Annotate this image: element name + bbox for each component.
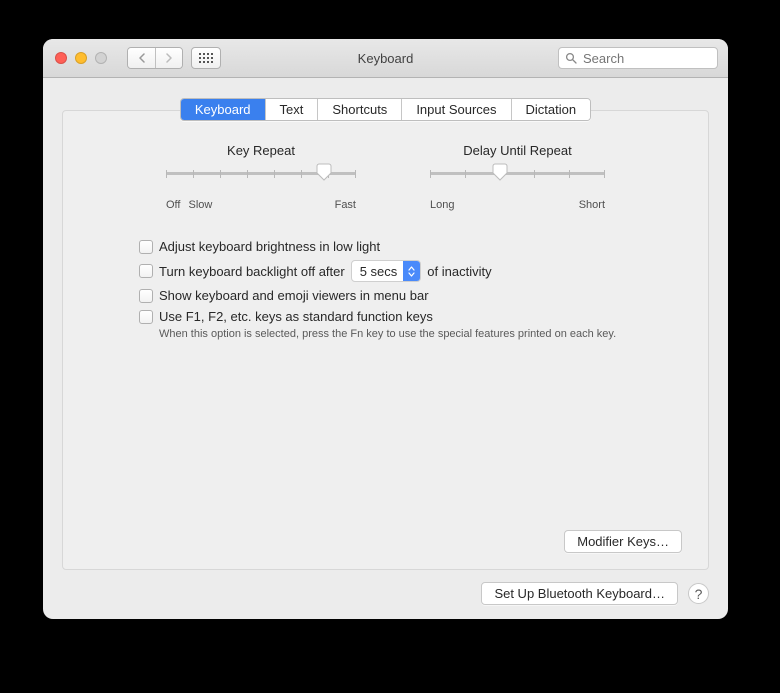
check-backlight[interactable] — [139, 264, 153, 278]
titlebar: Keyboard — [43, 39, 728, 78]
backlight-timeout-value: 5 secs — [352, 264, 404, 279]
delay-title: Delay Until Repeat — [430, 143, 605, 158]
check-emoji-row: Show keyboard and emoji viewers in menu … — [139, 285, 672, 306]
minimize-button[interactable] — [75, 52, 87, 64]
modifier-keys-button[interactable]: Modifier Keys… — [564, 530, 682, 553]
check-fnkeys[interactable] — [139, 310, 153, 324]
check-backlight-label-before: Turn keyboard backlight off after — [159, 264, 345, 279]
preferences-window: Keyboard Keyboard Text Shortcuts Input S… — [43, 39, 728, 619]
stepper-icon — [403, 261, 420, 281]
check-brightness-label: Adjust keyboard brightness in low light — [159, 239, 380, 254]
grid-icon — [199, 53, 213, 63]
show-all-button[interactable] — [191, 47, 221, 69]
window-controls — [43, 52, 107, 64]
label-long: Long — [430, 199, 454, 211]
tabs: Keyboard Text Shortcuts Input Sources Di… — [180, 98, 591, 121]
check-backlight-row: Turn keyboard backlight off after 5 secs… — [139, 257, 672, 285]
check-brightness[interactable] — [139, 240, 153, 254]
tab-text[interactable]: Text — [265, 99, 318, 120]
forward-button[interactable] — [155, 48, 182, 68]
label-short: Short — [579, 199, 605, 211]
check-fnkeys-row: Use F1, F2, etc. keys as standard functi… — [139, 306, 672, 327]
delay-labels: Long Short — [430, 199, 605, 211]
label-off: Off — [166, 199, 180, 211]
key-repeat-labels: Off Slow Fast — [166, 199, 356, 211]
search-input[interactable] — [581, 50, 711, 67]
tab-keyboard[interactable]: Keyboard — [181, 99, 265, 120]
content: Keyboard Text Shortcuts Input Sources Di… — [43, 78, 728, 570]
nav-group — [127, 47, 183, 69]
tab-panel: Key Repeat Off S — [62, 110, 709, 570]
check-emoji[interactable] — [139, 289, 153, 303]
backlight-timeout-select[interactable]: 5 secs — [351, 260, 422, 282]
sliders-row: Key Repeat Off S — [89, 143, 682, 236]
key-repeat-block: Key Repeat Off S — [166, 143, 356, 211]
search-icon — [565, 52, 577, 64]
tab-bar: Keyboard Text Shortcuts Input Sources Di… — [62, 98, 709, 121]
key-repeat-slider[interactable] — [166, 170, 356, 196]
checks: Adjust keyboard brightness in low light … — [89, 236, 682, 340]
delay-block: Delay Until Repeat Long Short — [430, 143, 605, 211]
tab-input-sources[interactable]: Input Sources — [401, 99, 510, 120]
help-button[interactable]: ? — [688, 583, 709, 604]
close-button[interactable] — [55, 52, 67, 64]
delay-thumb[interactable] — [492, 163, 508, 180]
back-button[interactable] — [128, 48, 155, 68]
tab-shortcuts[interactable]: Shortcuts — [317, 99, 401, 120]
check-backlight-label-after: of inactivity — [427, 264, 491, 279]
check-fnkeys-label: Use F1, F2, etc. keys as standard functi… — [159, 309, 433, 324]
key-repeat-thumb[interactable] — [316, 163, 332, 180]
fnkeys-help-text: When this option is selected, press the … — [159, 328, 672, 340]
label-fast: Fast — [335, 199, 356, 211]
delay-slider[interactable] — [430, 170, 605, 196]
footer: Set Up Bluetooth Keyboard… ? — [43, 570, 728, 619]
bluetooth-keyboard-button[interactable]: Set Up Bluetooth Keyboard… — [481, 582, 678, 605]
search-field[interactable] — [558, 47, 718, 69]
check-brightness-row: Adjust keyboard brightness in low light — [139, 236, 672, 257]
modifier-keys-row: Modifier Keys… — [89, 520, 682, 553]
tab-dictation[interactable]: Dictation — [511, 99, 591, 120]
check-emoji-label: Show keyboard and emoji viewers in menu … — [159, 288, 429, 303]
label-slow: Slow — [188, 199, 212, 211]
key-repeat-title: Key Repeat — [166, 143, 356, 158]
zoom-button[interactable] — [95, 52, 107, 64]
